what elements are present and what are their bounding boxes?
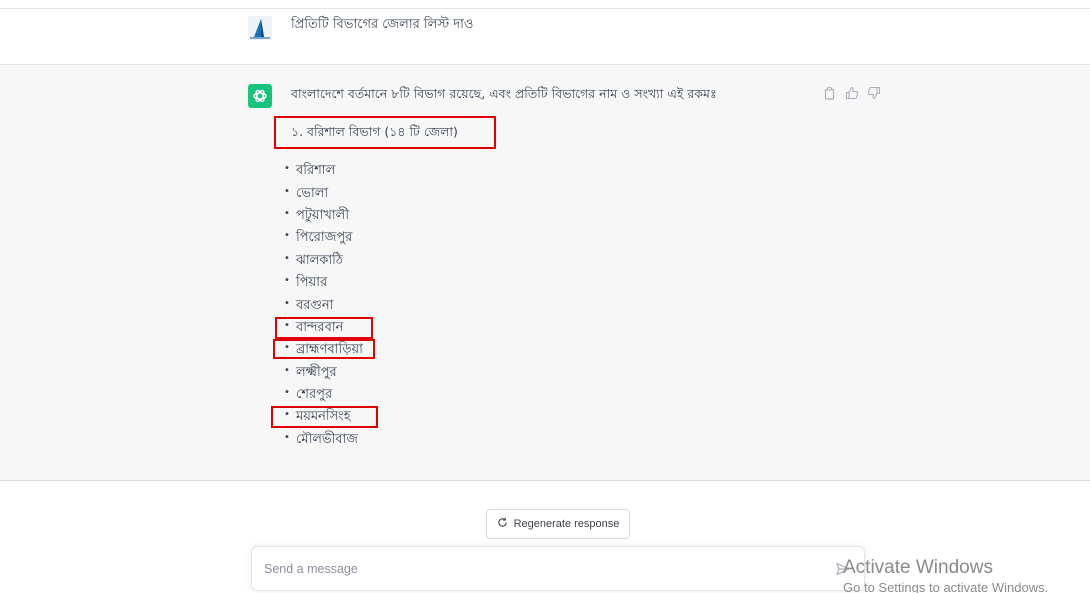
district-name: মৌলভীবাজ bbox=[296, 431, 358, 447]
bullet-icon: • bbox=[284, 297, 290, 309]
list-item: • ভোলা bbox=[283, 182, 363, 204]
assistant-intro-text: বাংলাদেশে বর্তমানে ৮টি বিভাগ রয়েছে, এবং… bbox=[291, 86, 717, 101]
watermark-subtitle: Go to Settings to activate Windows. bbox=[843, 580, 1049, 593]
openai-logo-icon bbox=[248, 84, 272, 108]
list-item: • বরগুনা bbox=[283, 294, 363, 316]
user-message-row: প্রিতিটি বিভাগের জেলার লিস্ট দাও bbox=[0, 9, 1090, 64]
district-name: ভোলা bbox=[296, 185, 329, 201]
highlight-box-brahmanbaria bbox=[273, 339, 375, 359]
watermark-title: Activate Windows bbox=[843, 557, 993, 578]
district-name: ঝালকাঠি bbox=[296, 252, 343, 268]
refresh-icon bbox=[497, 517, 508, 531]
assistant-message-row: বাংলাদেশে বর্তমানে ৮টি বিভাগ রয়েছে, এবং… bbox=[0, 64, 1090, 481]
district-name: বরিশাল bbox=[296, 163, 336, 179]
thumbs-down-icon[interactable] bbox=[866, 85, 882, 101]
highlight-box-heading bbox=[274, 116, 496, 149]
list-item: • পটুয়াখালী bbox=[283, 205, 363, 227]
highlight-box-bandarban bbox=[275, 317, 373, 339]
message-composer bbox=[251, 546, 865, 591]
message-input[interactable] bbox=[264, 559, 824, 579]
highlight-box-mymensingh bbox=[271, 406, 378, 428]
list-item: • ঝালকাঠি bbox=[283, 250, 363, 272]
district-name: শেরপুর bbox=[296, 387, 333, 403]
list-item: • বরিশাল bbox=[283, 160, 363, 182]
bullet-icon: • bbox=[284, 163, 290, 175]
message-actions bbox=[822, 85, 882, 101]
bullet-icon: • bbox=[284, 387, 290, 399]
thumbs-up-icon[interactable] bbox=[844, 85, 860, 101]
bullet-icon: • bbox=[284, 230, 290, 242]
user-message-text: প্রিতিটি বিভাগের জেলার লিস্ট দাও bbox=[291, 17, 474, 32]
list-item: • পিয়ার bbox=[283, 272, 363, 294]
list-item: • লক্ষ্মীপুর bbox=[283, 362, 363, 384]
list-item: • মৌলভীবাজ bbox=[283, 429, 363, 451]
bullet-icon: • bbox=[284, 275, 290, 287]
bullet-icon: • bbox=[284, 207, 290, 219]
regenerate-response-button[interactable]: Regenerate response bbox=[486, 509, 630, 539]
district-name: পিয়ার bbox=[296, 275, 328, 291]
bullet-icon: • bbox=[284, 252, 290, 264]
list-item: • শেরপুর bbox=[283, 384, 363, 406]
regenerate-label: Regenerate response bbox=[513, 518, 620, 530]
list-item: • পিরোজপুর bbox=[283, 227, 363, 249]
district-name: পটুয়াখালী bbox=[296, 207, 350, 223]
district-name: বরগুনা bbox=[296, 297, 334, 313]
copy-icon[interactable] bbox=[822, 85, 838, 101]
district-name: লক্ষ্মীপুর bbox=[296, 364, 337, 380]
bullet-icon: • bbox=[284, 185, 290, 197]
bullet-icon: • bbox=[284, 364, 290, 376]
user-avatar-icon bbox=[248, 16, 272, 40]
bullet-icon: • bbox=[284, 431, 290, 443]
windows-activation-watermark: Activate Windows Go to Settings to activ… bbox=[843, 557, 1048, 593]
district-name: পিরোজপুর bbox=[296, 230, 353, 246]
